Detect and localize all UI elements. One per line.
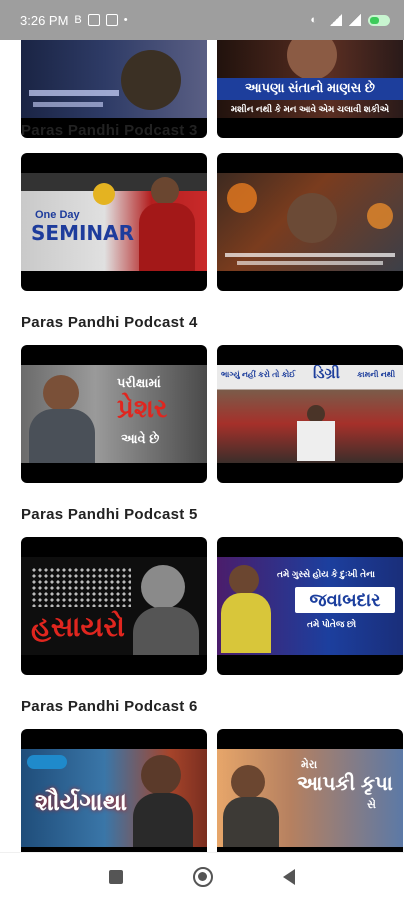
video-subcaption: મશીન નથી કે મન આવે એમ ચલાવી શકીએ (230, 104, 390, 114)
video-row: One Day SEMINAR (21, 153, 403, 291)
video-caption-top: મેરા (301, 759, 318, 771)
video-caption-main: આપકી કૃપા (297, 773, 393, 795)
video-caption-bottom: કામની નથી (357, 370, 396, 379)
video-caption-main: જવાબદાર (295, 587, 395, 613)
video-thumbnail[interactable]: શૌર્યગાથા (21, 729, 207, 852)
video-caption-bottom: તમે પોતેજ છો (307, 619, 357, 629)
dot-icon: • (123, 14, 128, 26)
video-thumbnail[interactable]: તમે ગુસ્સે હોય કે દુઃખી તેના જવાબદાર તમે… (217, 537, 403, 675)
video-caption-bottom: સે (367, 799, 376, 811)
video-thumbnail[interactable]: પરીક્ષામાં પ્રેશર આવે છે (21, 345, 207, 483)
video-row: હસાયરો તમે ગુસ્સે હોય કે દુઃખી તેના જવાબ… (21, 537, 403, 675)
video-thumbnail[interactable]: આપણા સંતાનો માણસ છે મશીન નથી કે મન આવે એ… (217, 40, 403, 138)
video-caption-main: ડિગ્રી (313, 365, 340, 382)
section-title: Paras Pandhi Podcast 5 (21, 506, 198, 523)
video-row: શૌર્યગાથા મેરા આપકી કૃપા સે (21, 729, 403, 852)
status-right: ◐ (310, 14, 390, 26)
video-thumbnail[interactable]: હસાયરો (21, 537, 207, 675)
video-caption-main: હસાયરો (31, 611, 125, 642)
video-caption-top: ભાગ્યું નહીં કરો તો કોઈ (221, 370, 296, 379)
battery-icon (368, 14, 390, 26)
home-button[interactable] (193, 866, 213, 887)
section-title: Paras Pandhi Podcast 3 (21, 122, 198, 139)
app-icon (105, 14, 118, 26)
video-caption-top: તમે ગુસ્સે હોય કે દુઃખી તેના (277, 569, 375, 579)
video-caption-main: શૌર્યગાથા (35, 789, 128, 816)
video-thumbnail[interactable] (217, 153, 403, 291)
video-caption-main: SEMINAR (31, 221, 135, 245)
video-caption-bottom: આવે છે (121, 431, 160, 446)
alarm-icon: ◐ (310, 14, 317, 26)
video-thumbnail[interactable]: મેરા આપકી કૃપા સે (217, 729, 403, 852)
video-caption: આપણા સંતાનો માણસ છે (245, 80, 375, 95)
video-caption-top: One Day (35, 209, 80, 221)
cell-signal-icon (349, 14, 361, 26)
calendar-icon (87, 14, 100, 26)
status-bar: 3:26 PM B • ◐ (0, 0, 404, 40)
section-title: Paras Pandhi Podcast 4 (21, 314, 198, 331)
recent-apps-button[interactable] (109, 869, 123, 884)
wifi-signal-icon (330, 14, 342, 26)
video-thumbnail[interactable]: ભાગ્યું નહીં કરો તો કોઈ ડિગ્રી કામની નથી (217, 345, 403, 483)
video-thumbnail[interactable]: One Day SEMINAR (21, 153, 207, 291)
back-button[interactable] (283, 868, 295, 885)
video-row: પરીક્ષામાં પ્રેશર આવે છે ભાગ્યું નહીં કર… (21, 345, 403, 483)
b-icon: B (74, 14, 82, 26)
section-title: Paras Pandhi Podcast 6 (21, 698, 198, 715)
video-caption-main: પ્રેશર (117, 393, 168, 423)
video-caption-top: પરીક્ષામાં (117, 375, 161, 390)
system-navigation-bar (0, 852, 404, 900)
status-time: 3:26 PM (20, 12, 69, 28)
video-list[interactable]: આપણા સંતાનો માણસ છે મશીન નથી કે મન આવે એ… (0, 40, 404, 852)
